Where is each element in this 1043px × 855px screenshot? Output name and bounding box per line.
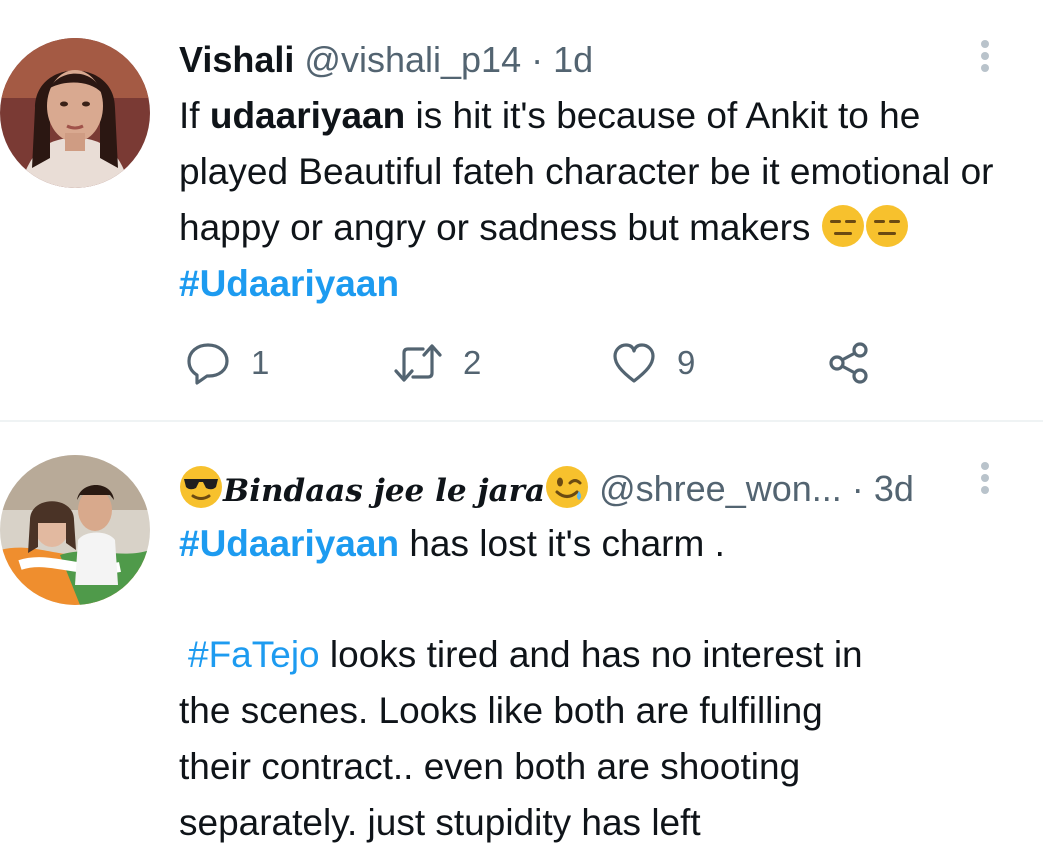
tweet-text-line: #Udaariyaan has lost it's charm . [179,516,725,572]
hashtag-link[interactable]: #Udaariyaan [179,523,399,564]
display-name[interactable]: Bindaas jee le jara [223,473,545,509]
tweet[interactable]: Bindaas jee le jara @shree_won... · 3d #… [0,422,1043,855]
tweet-text-line: their contract.. even both are shooting [179,746,801,787]
timestamp[interactable]: 3d [874,468,914,509]
retweet-button[interactable]: 2 [393,338,481,388]
tweet-text: If udaariyaan is hit it's because of Ank… [179,88,1003,312]
tweet-text-line: #FaTejo looks tired and has no interest … [188,627,863,683]
tweet-text-line: the scenes. Looks like both are fulfilli… [179,690,823,731]
retweet-icon [393,341,443,385]
timestamp[interactable]: 1d [553,39,593,80]
reply-count: 1 [251,344,270,381]
more-options-icon[interactable] [975,38,995,78]
tweet-header: Vishali @vishali_p14 · 1d [179,38,593,82]
expressionless-face-icon [821,204,865,248]
retweet-count: 2 [463,344,482,381]
share-icon [827,341,873,385]
avatar[interactable] [0,38,150,188]
hashtag-link[interactable]: #Udaariyaan [179,263,399,304]
more-options-icon[interactable] [975,460,995,500]
separator-dot: · [851,468,864,509]
user-handle[interactable]: @shree_won... [599,468,842,509]
tweet[interactable]: Vishali @vishali_p14 · 1d If udaariyaan … [0,0,1043,420]
user-handle[interactable]: @vishali_p14 [304,39,521,80]
tweet-actions: 1 2 9 [179,338,899,388]
tweet-text-line: separately. just stupidity has left [179,802,701,843]
avatar[interactable] [0,455,150,605]
sunglasses-face-icon [179,465,223,509]
reply-button[interactable]: 1 [185,338,269,388]
display-name[interactable]: Vishali [179,39,294,80]
text-segment: has lost it's charm . [399,523,725,564]
like-count: 9 [677,344,696,381]
share-button[interactable] [827,338,873,388]
separator-dot: · [531,39,544,80]
bold-keyword: udaariyaan [209,95,406,136]
reply-icon [185,341,231,385]
heart-icon [611,341,657,385]
hashtag-link[interactable]: #FaTejo [188,634,320,675]
tweet-header: Bindaas jee le jara @shree_won... · 3d [179,465,914,513]
text-segment: looks tired and has no interest in [319,634,863,675]
winking-face-icon [545,465,589,509]
text-prefix: If [179,95,210,136]
like-button[interactable]: 9 [611,338,695,388]
expressionless-face-icon [865,204,909,248]
